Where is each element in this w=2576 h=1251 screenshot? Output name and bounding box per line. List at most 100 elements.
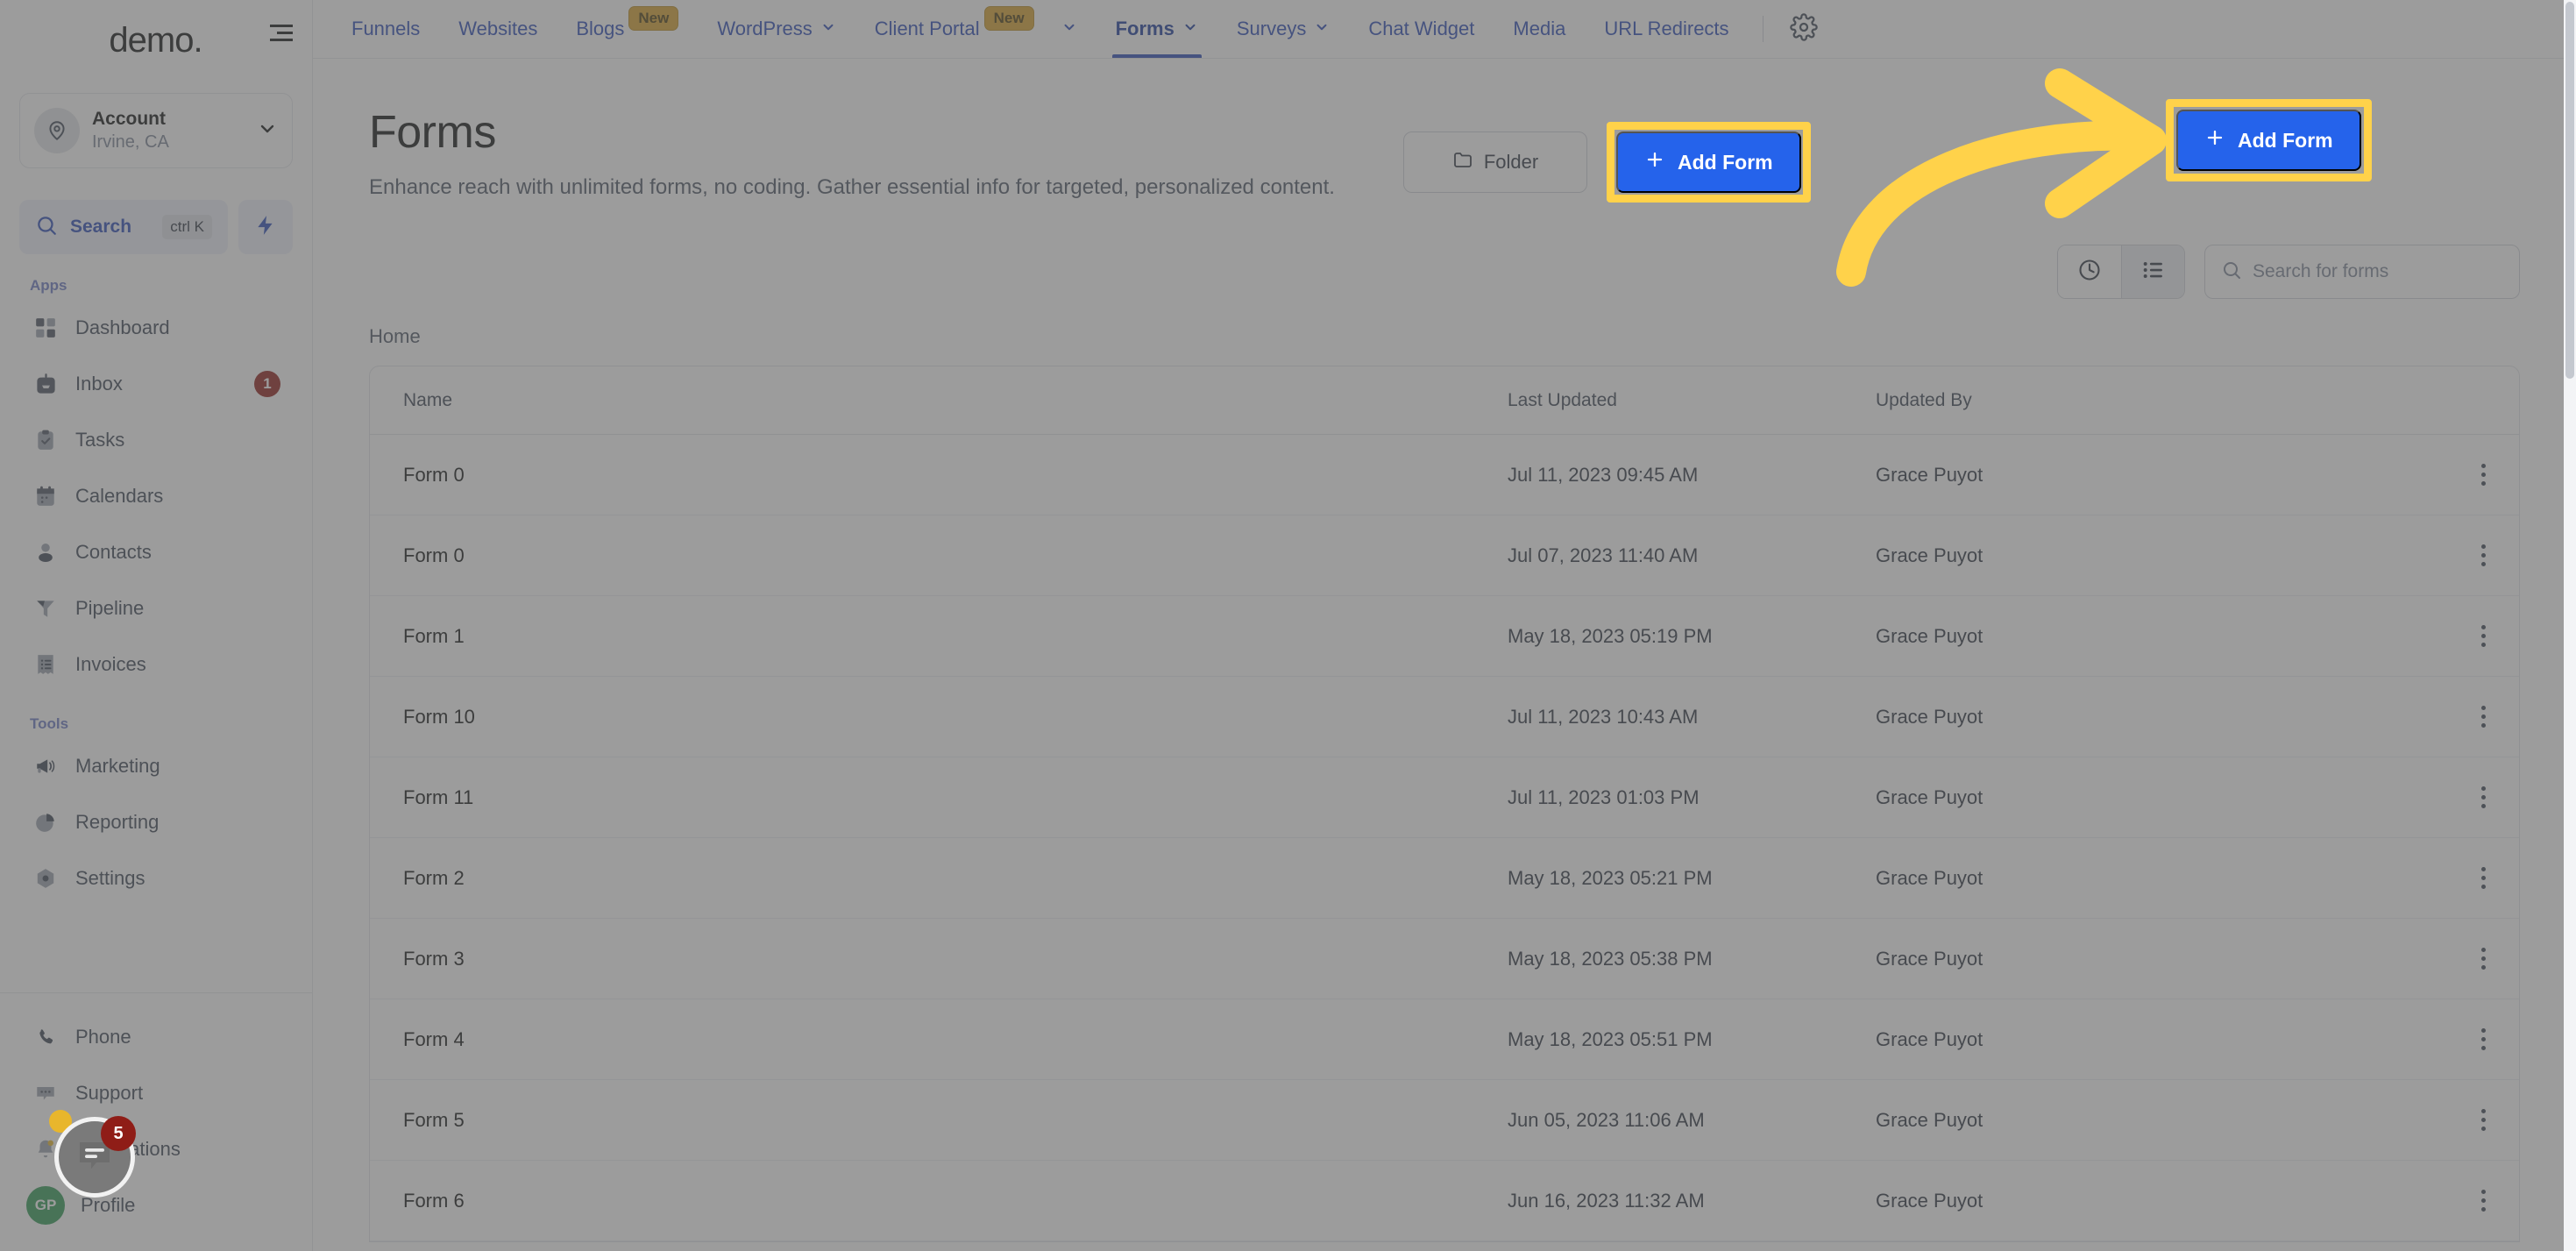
topnav-item-forms[interactable]: Forms — [1096, 0, 1217, 58]
sidebar-item-contacts[interactable]: Contacts — [16, 524, 296, 580]
form-name[interactable]: Form 2 — [403, 867, 1508, 890]
table-row[interactable]: Form 6 Jun 16, 2023 11:32 AM Grace Puyot — [370, 1161, 2519, 1242]
topnav-item-funnels[interactable]: Funnels — [332, 0, 439, 58]
topnav-item-chat-widget[interactable]: Chat Widget — [1349, 0, 1494, 58]
form-name[interactable]: Form 0 — [403, 464, 1508, 487]
sidebar-item-marketing[interactable]: Marketing — [16, 738, 296, 794]
form-name[interactable]: Form 5 — [403, 1109, 1508, 1132]
brand-logo-dot: . — [193, 20, 203, 60]
scrollbar-thumb[interactable] — [2565, 2, 2574, 379]
chat-widget-launcher[interactable]: 5 — [54, 1116, 136, 1198]
sidebar-item-label: Tasks — [75, 429, 125, 451]
topnav-item-wordpress[interactable]: WordPress — [698, 0, 855, 58]
kebab-menu-icon[interactable] — [2433, 544, 2486, 567]
topnav-item-url-redirects[interactable]: URL Redirects — [1585, 0, 1748, 58]
table-row[interactable]: Form 5 Jun 05, 2023 11:06 AM Grace Puyot — [370, 1080, 2519, 1162]
topnav-item-media[interactable]: Media — [1494, 0, 1585, 58]
breadcrumb[interactable]: Home — [369, 325, 2520, 348]
table-row[interactable]: Form 10 Jul 11, 2023 10:43 AM Grace Puyo… — [370, 677, 2519, 758]
avatar: GP — [26, 1186, 65, 1225]
table-row[interactable]: Form 0 Jul 11, 2023 09:45 AM Grace Puyot — [370, 435, 2519, 516]
kebab-menu-icon[interactable] — [2433, 1028, 2486, 1051]
forms-search-box[interactable] — [2204, 245, 2520, 300]
form-name[interactable]: Form 0 — [403, 544, 1508, 567]
topnav-label: Blogs — [576, 18, 625, 39]
table-row[interactable]: Form 4 May 18, 2023 05:51 PM Grace Puyot — [370, 999, 2519, 1081]
location-pin-icon — [34, 108, 80, 153]
topnav-item-client-portal[interactable]: Client Portal New — [855, 0, 1096, 58]
settings-button[interactable] — [1776, 0, 1832, 58]
kebab-menu-icon[interactable] — [2433, 706, 2486, 729]
form-name[interactable]: Form 1 — [403, 625, 1508, 648]
sidebar-item-label: Settings — [75, 867, 145, 889]
chevron-down-icon[interactable] — [257, 118, 278, 144]
sidebar-item-settings[interactable]: Settings — [16, 850, 296, 906]
table-row[interactable]: Form 1 May 18, 2023 05:19 PM Grace Puyot — [370, 596, 2519, 678]
topnav-label: Funnels — [351, 18, 421, 39]
topnav-label: Surveys — [1236, 18, 1307, 39]
sidebar-item-calendars[interactable]: Calendars — [16, 468, 296, 524]
kebab-menu-icon[interactable] — [2433, 1190, 2486, 1212]
chat-unread-badge: 5 — [101, 1116, 136, 1151]
form-name[interactable]: Form 3 — [403, 948, 1508, 970]
add-form-button-highlighted[interactable]: Add Form — [2176, 110, 2361, 171]
kebab-menu-icon[interactable] — [2433, 786, 2486, 809]
form-last-updated: Jul 11, 2023 01:03 PM — [1508, 785, 1700, 808]
sidebar-item-inbox[interactable]: Inbox 1 — [16, 356, 296, 412]
chat-dots-icon — [32, 1079, 60, 1107]
page-title: Forms — [369, 107, 496, 158]
column-header-updated-by[interactable]: Updated By — [1876, 390, 2433, 411]
column-header-name[interactable]: Name — [403, 390, 1508, 411]
quick-actions-button[interactable] — [238, 200, 293, 254]
topnav-label: Media — [1513, 18, 1566, 39]
topnav-item-surveys[interactable]: Surveys — [1217, 0, 1349, 58]
table-row[interactable]: Form 2 May 18, 2023 05:21 PM Grace Puyot — [370, 838, 2519, 920]
phone-icon — [32, 1023, 60, 1051]
folder-button[interactable]: Folder — [1403, 131, 1587, 193]
sidebar-nav-tools: Marketing Reporting Settings — [0, 738, 312, 906]
search-button[interactable]: Search ctrl K — [19, 200, 228, 254]
page-scrollbar[interactable] — [2564, 0, 2576, 1251]
sidebar-item-profile[interactable]: GP Profile — [16, 1177, 296, 1233]
recent-view-button[interactable] — [2058, 245, 2121, 299]
table-row[interactable]: Form 11 Jul 11, 2023 01:03 PM Grace Puyo… — [370, 757, 2519, 839]
sidebar-item-invoices[interactable]: Invoices — [16, 636, 296, 693]
sidebar-item-label: Support — [75, 1082, 144, 1104]
kebab-menu-icon[interactable] — [2433, 464, 2486, 487]
list-view-button[interactable] — [2121, 245, 2184, 299]
invoice-list-icon — [32, 650, 60, 679]
kebab-menu-icon[interactable] — [2433, 625, 2486, 648]
column-header-last-updated[interactable]: Last Updated — [1508, 390, 1876, 411]
form-name[interactable]: Form 10 — [403, 706, 1508, 729]
account-switcher[interactable]: Account Irvine, CA — [19, 93, 293, 168]
sidebar-item-pipeline[interactable]: Pipeline — [16, 580, 296, 636]
form-name[interactable]: Form 11 — [403, 786, 1508, 809]
plus-icon — [1644, 149, 1665, 175]
sidebar-item-phone[interactable]: Phone — [16, 1009, 296, 1065]
sidebar-item-reporting[interactable]: Reporting — [16, 794, 296, 850]
topnav-item-blogs[interactable]: Blogs New — [557, 0, 698, 58]
table-row[interactable]: Form 3 May 18, 2023 05:38 PM Grace Puyot — [370, 919, 2519, 1000]
gear-icon — [1789, 12, 1818, 46]
funnel-icon — [32, 594, 60, 622]
kebab-menu-icon[interactable] — [2433, 948, 2486, 970]
folder-icon — [1452, 149, 1473, 175]
sidebar-item-dashboard[interactable]: Dashboard — [16, 300, 296, 356]
chevron-down-icon — [1182, 18, 1198, 40]
kebab-menu-icon[interactable] — [2433, 1109, 2486, 1132]
bolt-icon — [254, 212, 277, 243]
form-name[interactable]: Form 4 — [403, 1028, 1508, 1051]
topnav-item-websites[interactable]: Websites — [439, 0, 557, 58]
form-updated-by: Grace Puyot — [1876, 866, 1983, 889]
sidebar-item-tasks[interactable]: Tasks — [16, 412, 296, 468]
sidebar-collapse-icon[interactable] — [270, 25, 293, 41]
brand-logo[interactable]: demo . — [0, 0, 312, 81]
form-name[interactable]: Form 6 — [403, 1190, 1508, 1212]
account-location: Irvine, CA — [92, 131, 169, 152]
calendar-icon — [32, 482, 60, 510]
add-form-button[interactable]: Add Form — [1616, 131, 1801, 193]
kebab-menu-icon[interactable] — [2433, 867, 2486, 890]
page-subtitle: Enhance reach with unlimited forms, no c… — [369, 175, 1335, 199]
search-input[interactable] — [2253, 261, 2503, 283]
table-row[interactable]: Form 0 Jul 07, 2023 11:40 AM Grace Puyot — [370, 515, 2519, 597]
